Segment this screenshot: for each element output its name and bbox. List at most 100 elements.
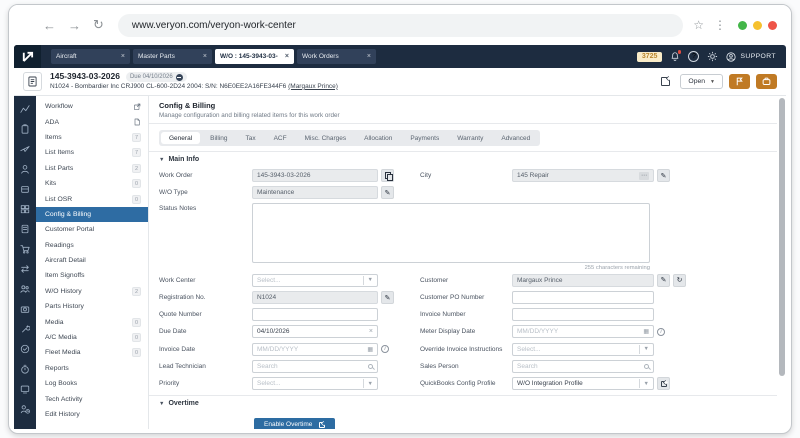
sales-person-input[interactable]: Search: [512, 359, 654, 373]
parts-icon[interactable]: [20, 184, 30, 194]
enable-overtime-button[interactable]: Enable Overtime: [254, 417, 336, 429]
sidebar-item-log-books[interactable]: Log Books: [36, 376, 148, 391]
status-notes-textarea[interactable]: [252, 203, 650, 264]
sidebar-item-w-o-history[interactable]: W/O History 2: [36, 284, 148, 299]
camera-icon[interactable]: [20, 304, 30, 314]
quickbooks-profile-select[interactable]: W/O Integration Profile ▼: [512, 377, 654, 390]
close-tab-icon[interactable]: ×: [121, 53, 125, 60]
calendar-icon[interactable]: ▦: [367, 346, 373, 353]
ellipsis-icon[interactable]: ⋯: [639, 171, 649, 180]
tab-allocation[interactable]: Allocation: [356, 132, 400, 144]
edit-city-button[interactable]: ✎: [657, 169, 670, 182]
vertical-scrollbar[interactable]: [779, 98, 785, 421]
stopwatch-icon[interactable]: [20, 364, 30, 374]
scrollbar-thumb[interactable]: [779, 98, 785, 376]
users-icon[interactable]: [20, 284, 30, 294]
sidebar-item-config-billing[interactable]: Config & Billing: [36, 206, 148, 223]
edit-customer-button[interactable]: ✎: [657, 273, 670, 287]
monitor-icon[interactable]: [20, 384, 30, 394]
flag-action-button[interactable]: [729, 74, 750, 89]
chart-icon[interactable]: [20, 104, 30, 114]
cart-icon[interactable]: [20, 244, 30, 254]
veryon-logo[interactable]: [14, 45, 41, 68]
lead-technician-input[interactable]: Search: [252, 359, 378, 373]
sidebar-item-edit-history[interactable]: Edit History: [36, 407, 148, 422]
work-order-doc-button[interactable]: [23, 72, 42, 91]
open-quickbooks-profile-button[interactable]: [657, 377, 670, 390]
red-light-button[interactable]: [768, 20, 777, 30]
workspace-tab-aircraft[interactable]: Aircraft ×: [51, 49, 130, 64]
sidebar-item-list-osr[interactable]: List OSR 0: [36, 191, 148, 206]
sidebar-item-items[interactable]: Items 7: [36, 130, 148, 145]
support-menu[interactable]: SUPPORT: [726, 51, 776, 62]
sidebar-item-media[interactable]: Media 0: [36, 314, 148, 329]
copy-work-order-button[interactable]: [381, 169, 394, 182]
tab-payments[interactable]: Payments: [402, 132, 447, 144]
sidebar-item-ada[interactable]: ADA: [36, 114, 148, 129]
reload-button[interactable]: ↻: [93, 17, 104, 33]
sidebar-item-a-c-media[interactable]: A/C Media 0: [36, 330, 148, 345]
tab-warranty[interactable]: Warranty: [449, 132, 491, 144]
sidebar-item-readings[interactable]: Readings: [36, 238, 148, 253]
airplane-icon[interactable]: [20, 144, 30, 154]
quote-number-input[interactable]: [252, 308, 378, 322]
tab-tax[interactable]: Tax: [237, 132, 263, 144]
meter-display-date-input[interactable]: MM/DD/YYYY ▦: [512, 325, 654, 339]
tab-billing[interactable]: Billing: [202, 132, 235, 144]
sidebar-item-workflow[interactable]: Workflow: [36, 99, 148, 114]
main-info-section-header[interactable]: ▼ Main Info: [149, 151, 777, 167]
priority-select[interactable]: Select... ▼: [252, 377, 378, 390]
clipboard-icon[interactable]: [20, 124, 30, 134]
workspace-tab-w-o-145-3943-03[interactable]: W/O : 145-3943-03- ×: [215, 49, 294, 64]
overtime-section-header[interactable]: ▼ Overtime: [149, 395, 777, 411]
tab-misc-charges[interactable]: Misc. Charges: [297, 132, 355, 144]
refresh-customer-button[interactable]: ↻: [673, 273, 686, 287]
tab-advanced[interactable]: Advanced: [493, 132, 538, 144]
sidebar-item-parts-history[interactable]: Parts History: [36, 299, 148, 314]
sidebar-item-list-parts[interactable]: List Parts 2: [36, 161, 148, 176]
user-clock-icon[interactable]: [20, 404, 30, 414]
transfer-icon[interactable]: [20, 264, 30, 274]
work-center-select[interactable]: Select... ▼: [252, 273, 378, 287]
sidebar-item-customer-portal[interactable]: Customer Portal: [36, 222, 148, 237]
forward-button[interactable]: →: [68, 18, 81, 33]
sidebar-item-tech-activity[interactable]: Tech Activity: [36, 391, 148, 406]
sidebar-item-fleet-media[interactable]: Fleet Media 0: [36, 345, 148, 360]
grid-icon[interactable]: [20, 204, 30, 214]
back-button[interactable]: ←: [43, 18, 56, 33]
bookmark-star-icon[interactable]: ☆: [693, 18, 704, 32]
pilot-icon[interactable]: [20, 164, 30, 174]
document-icon[interactable]: [20, 224, 30, 234]
sidebar-item-reports[interactable]: Reports: [36, 361, 148, 376]
tab-acf[interactable]: ACF: [266, 132, 295, 144]
green-light-button[interactable]: [738, 20, 747, 30]
tab-general[interactable]: General: [161, 132, 201, 144]
invoice-number-input[interactable]: [512, 308, 654, 322]
browser-menu-icon[interactable]: ⋮: [714, 18, 726, 32]
help-icon[interactable]: ?: [688, 51, 700, 62]
calendar-icon[interactable]: ▦: [643, 328, 649, 335]
close-tab-icon[interactable]: ×: [285, 53, 289, 60]
sidebar-item-item-signoffs[interactable]: Item Signoffs: [36, 268, 148, 283]
sidebar-item-list-items[interactable]: List Items 7: [36, 145, 148, 160]
close-tab-icon[interactable]: ×: [367, 53, 371, 60]
workspace-tab-master-parts[interactable]: Master Parts ×: [133, 49, 212, 64]
edit-wo-type-button[interactable]: ✎: [381, 186, 394, 200]
customer-link[interactable]: (Margaux Prince): [288, 83, 338, 90]
bell-icon[interactable]: [670, 50, 682, 62]
invoice-date-input[interactable]: MM/DD/YYYY ▦: [252, 342, 378, 356]
settings-gear-icon[interactable]: [707, 51, 718, 62]
close-tab-icon[interactable]: ×: [203, 53, 207, 60]
clear-icon[interactable]: ×: [369, 328, 373, 335]
sidebar-item-kits[interactable]: Kits 0: [36, 176, 148, 191]
customer-po-input[interactable]: [512, 291, 654, 305]
status-open-dropdown[interactable]: Open ▼: [680, 74, 723, 89]
notification-counter-badge[interactable]: 3725: [636, 51, 663, 62]
external-link-icon[interactable]: [661, 77, 671, 86]
check-circle-icon[interactable]: [20, 344, 30, 354]
wrench-icon[interactable]: [20, 324, 30, 334]
sidebar-item-aircraft-detail[interactable]: Aircraft Detail: [36, 253, 148, 268]
override-invoice-select[interactable]: Select... ▼: [512, 342, 654, 356]
url-bar[interactable]: www.veryon.com/veryon-work-center: [117, 13, 684, 37]
briefcase-action-button[interactable]: [756, 74, 777, 89]
